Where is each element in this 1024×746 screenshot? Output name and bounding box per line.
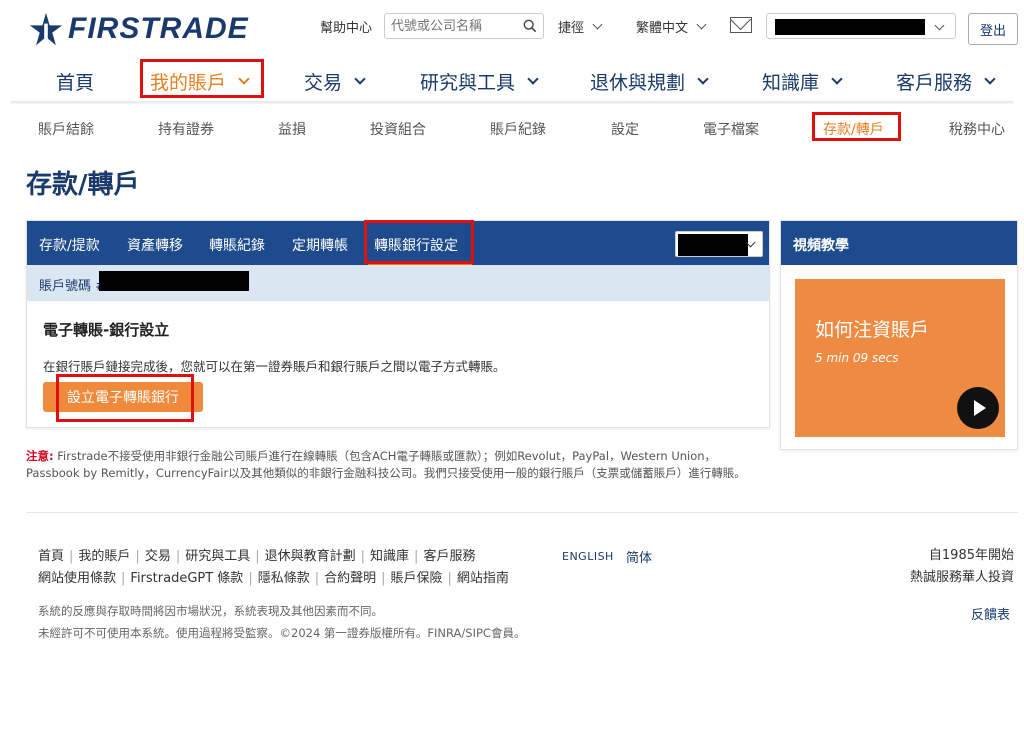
language-label: 繁體中文: [636, 20, 689, 36]
video-tutorial-card: 視頻教學 如何注資賬戶 5 min 09 secs: [780, 220, 1018, 450]
footer-link-insurance[interactable]: 賬戶保險: [391, 571, 443, 586]
video-header-label: 視頻教學: [793, 238, 849, 254]
footer-feedback-link[interactable]: 反饋表: [971, 604, 1010, 623]
sub-nav-settings[interactable]: 設定: [611, 119, 639, 139]
account-select[interactable]: [766, 13, 956, 39]
main-nav-knowledge[interactable]: 知識庫: [762, 66, 843, 96]
video-duration: 5 min 09 secs: [815, 351, 899, 365]
tab-transfer-history[interactable]: 轉賬紀錄: [209, 235, 265, 255]
footer-link-customer-service[interactable]: 客戶服務: [423, 549, 475, 564]
main-nav-label: 知識庫: [762, 71, 820, 94]
main-nav-label: 交易: [304, 71, 343, 94]
main-nav-retirement[interactable]: 退休與規劃: [590, 66, 709, 96]
sub-nav-documents[interactable]: 電子檔案: [703, 119, 759, 139]
panel-account-select[interactable]: [675, 231, 763, 257]
sub-nav-portfolio[interactable]: 投資組合: [370, 119, 426, 139]
highlight-box-deposit-transfer: [812, 112, 901, 141]
sub-nav-balances[interactable]: 賬戶結餘: [38, 119, 94, 139]
footer-links-row1: 首頁 | 我的賬戶 | 交易 | 研究與工具 | 退休與教育計劃 | 知識庫 | 客戶服務: [38, 549, 476, 564]
sub-nav-history[interactable]: 賬戶紀錄: [490, 119, 546, 139]
play-icon[interactable]: [957, 387, 999, 429]
main-nav-trade[interactable]: 交易: [304, 66, 366, 96]
footer-link-home[interactable]: 首頁: [38, 549, 64, 564]
video-title: 如何注資賬戶: [815, 319, 930, 341]
footer-links-row2: 網站使用條款 | FirstradeGPT 條款 | 隱私條款 | 合約聲明 | 賬戶保險 | 網站…: [38, 571, 509, 586]
main-nav-label: 研究與工具: [420, 71, 516, 94]
main-nav-label: 退休與規劃: [590, 71, 686, 94]
chevron-down-icon: [697, 72, 709, 85]
main-nav-home[interactable]: 首頁: [56, 66, 94, 96]
notice-label: 注意:: [26, 449, 54, 463]
chevron-down-icon: [354, 72, 366, 85]
footer-disclaimer-1: 系統的反應與存取時間將因市場狀況，系統表現及其他因素而不同。: [38, 604, 383, 618]
redacted-account: [678, 234, 748, 256]
tab-asset-transfer[interactable]: 資產轉移: [127, 235, 183, 255]
language-menu[interactable]: 繁體中文: [636, 13, 707, 39]
footer-link-terms[interactable]: 網站使用條款: [38, 571, 116, 586]
tab-deposit-withdraw[interactable]: 存款/提款: [39, 235, 100, 255]
nav-divider: [10, 101, 1014, 105]
footer-divider: [26, 512, 1018, 513]
footer-link-gpt-terms[interactable]: FirstradeGPT 條款: [130, 571, 243, 586]
tab-recurring-transfer[interactable]: 定期轉帳: [292, 235, 348, 255]
highlight-box-setup-button: [56, 374, 194, 422]
sub-nav-gain-loss[interactable]: 益損: [278, 119, 306, 139]
footer-lang-simplified[interactable]: 简体: [626, 547, 652, 566]
search-box[interactable]: [384, 13, 544, 39]
redacted-account-number: [99, 271, 249, 291]
footer-link-retirement[interactable]: 退休與教育計劃: [265, 549, 356, 564]
chevron-down-icon: [984, 72, 996, 85]
main-nav-customer-service[interactable]: 客戶服務: [896, 66, 996, 96]
shortcut-menu[interactable]: 捷徑: [558, 13, 603, 39]
footer-link-agreements[interactable]: 合約聲明: [324, 571, 376, 586]
footer-link-site-guide[interactable]: 網站指南: [457, 571, 509, 586]
footer-link-my-account[interactable]: 我的賬戶: [78, 549, 130, 564]
video-header: 視頻教學: [781, 221, 1017, 265]
section-description: 在銀行賬戶鏈接完成後，您就可以在第一證券賬戶和銀行賬戶之間以電子方式轉賬。: [43, 359, 506, 374]
chevron-down-icon: [831, 72, 843, 85]
footer-link-research[interactable]: 研究與工具: [185, 549, 250, 564]
redacted-account: [775, 19, 925, 35]
search-icon[interactable]: [523, 19, 537, 33]
chevron-down-icon: [934, 20, 945, 31]
notice: 注意: Firstrade不接受使用非銀行金融公司賬戶進行在線轉賬（包含ACH電…: [26, 448, 766, 482]
logo-star-icon: [29, 12, 63, 46]
main-nav-label: 客戶服務: [896, 71, 973, 94]
account-number-row: 賬戶號碼 #: [27, 265, 769, 301]
notice-text: Firstrade不接受使用非銀行金融公司賬戶進行在線轉賬（包含ACH電子轉賬或…: [26, 449, 746, 480]
page-title: 存款/轉戶: [26, 170, 140, 200]
chevron-down-icon: [592, 19, 603, 29]
highlight-box-my-account: [140, 59, 264, 98]
main-nav-label: 首頁: [56, 71, 95, 94]
chevron-down-icon: [527, 72, 539, 85]
footer-link-trade[interactable]: 交易: [145, 549, 171, 564]
section-title: 電子轉賬-銀行設立: [43, 321, 170, 339]
footer-tagline: 熱誠服務華人投資: [909, 570, 1014, 585]
sub-nav-positions[interactable]: 持有證券: [158, 119, 214, 139]
logo-text: FIRSTRADE: [68, 12, 249, 45]
footer-since: 自1985年開始: [928, 548, 1014, 563]
chevron-down-icon: [696, 19, 707, 29]
sub-nav-tax-center[interactable]: 稅務中心: [949, 119, 1005, 139]
help-center-link[interactable]: 幫助中心: [320, 13, 372, 39]
firstrade-logo[interactable]: FIRSTRADE: [28, 10, 249, 48]
mail-icon[interactable]: [730, 17, 752, 33]
search-input[interactable]: [385, 14, 515, 38]
footer-link-knowledge[interactable]: 知識庫: [370, 549, 409, 564]
footer-disclaimer-2: 未經許可不可使用本系統。使用過程將受監察。©2024 第一證券版權所有。FINR…: [38, 626, 526, 640]
footer-link-privacy[interactable]: 隱私條款: [258, 571, 310, 586]
main-nav-research[interactable]: 研究與工具: [420, 66, 539, 96]
video-thumbnail[interactable]: 如何注資賬戶 5 min 09 secs: [795, 279, 1005, 437]
highlight-box-bank-setup-tab: [364, 220, 474, 264]
footer-lang-english[interactable]: ENGLISH: [562, 550, 614, 563]
account-number-label: 賬戶號碼 #: [39, 279, 107, 294]
shortcut-label: 捷徑: [558, 20, 585, 36]
logout-button[interactable]: 登出: [968, 13, 1018, 45]
